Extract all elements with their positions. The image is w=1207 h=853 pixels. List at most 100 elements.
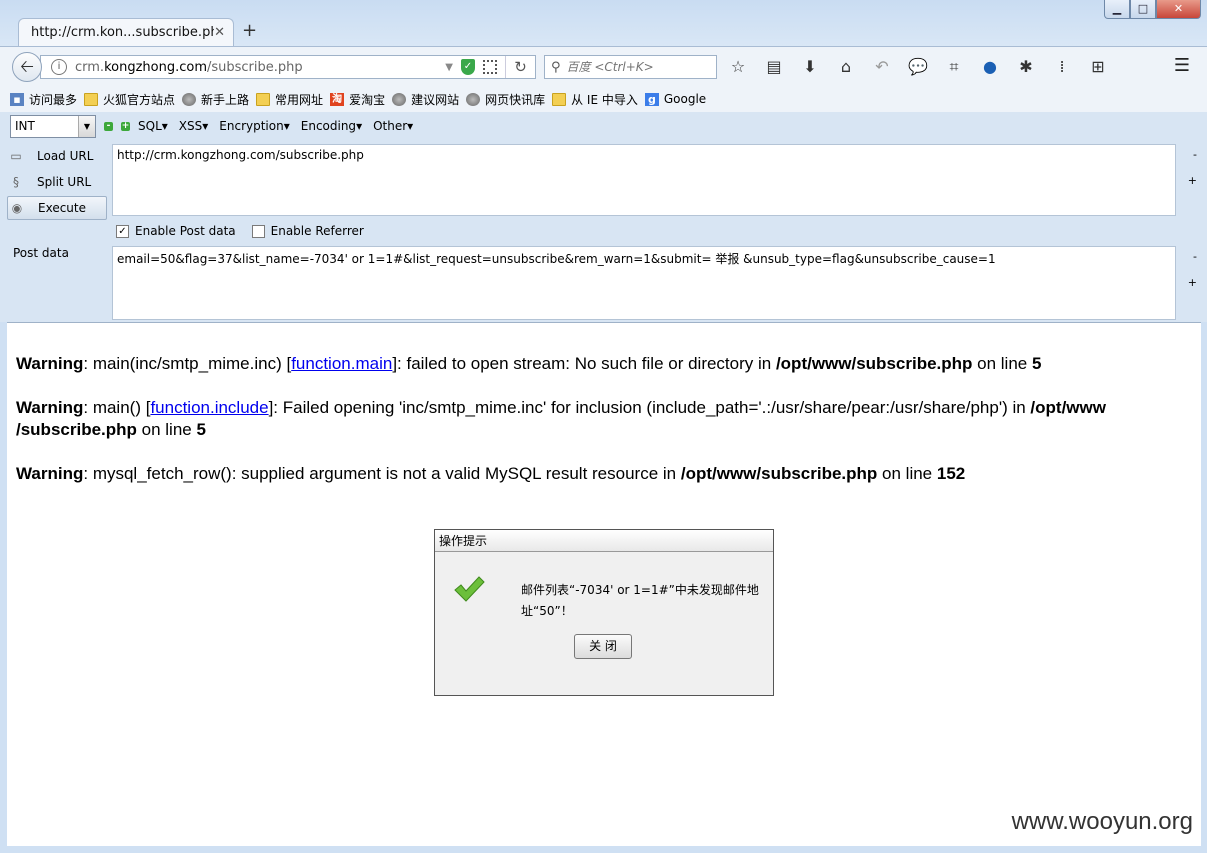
undo-icon[interactable]: ↶ bbox=[870, 56, 894, 78]
url-text[interactable]: crm.kongzhong.com/subscribe.php bbox=[75, 60, 445, 75]
globe-icon bbox=[466, 92, 481, 106]
url-shrink-button[interactable]: - bbox=[1193, 148, 1197, 161]
footprint-icon[interactable]: ⁞ bbox=[1050, 56, 1074, 78]
close-window-button[interactable]: ✕ bbox=[1156, 0, 1201, 19]
window-controls: ▁ □ ✕ bbox=[1104, 0, 1201, 19]
bookmark-label: 火狐官方站点 bbox=[103, 92, 176, 107]
dialog-message: 邮件列表“-7034' or 1=1#”中未发现邮件地址“50”！ bbox=[521, 583, 759, 618]
dialog-title: 操作提示 bbox=[435, 530, 773, 552]
menu-sql[interactable]: SQL▾ bbox=[138, 119, 168, 133]
enable-post-label: Enable Post data bbox=[135, 224, 236, 238]
url-expand-button[interactable]: + bbox=[1188, 174, 1197, 187]
options-row: ✓ Enable Post data Enable Referrer bbox=[116, 224, 380, 238]
type-select[interactable]: INT ▼ bbox=[10, 115, 96, 138]
search-input[interactable] bbox=[566, 60, 707, 74]
split-url-button[interactable]: § Split URL bbox=[7, 170, 107, 194]
reload-icon[interactable]: ↻ bbox=[505, 56, 535, 78]
search-icon: ⚲ bbox=[551, 59, 561, 75]
home-icon[interactable]: ⌂ bbox=[834, 56, 858, 78]
bookmark-item[interactable]: 淘爱淘宝 bbox=[330, 91, 385, 108]
site-info-icon[interactable]: i bbox=[51, 59, 67, 75]
shield-icon[interactable]: ✓ bbox=[461, 59, 475, 75]
warning-link[interactable]: function.main bbox=[291, 354, 392, 373]
maximize-button[interactable]: □ bbox=[1130, 0, 1156, 19]
post-data-textarea[interactable]: email=50&flag=37&list_name=-7034' or 1=1… bbox=[112, 246, 1176, 320]
post-expand-button[interactable]: + bbox=[1188, 276, 1197, 289]
minimize-button[interactable]: ▁ bbox=[1104, 0, 1130, 19]
browser-tab[interactable]: http://crm.kon...subscribe.php ✕ bbox=[18, 18, 234, 46]
execute-button[interactable]: ◉ Execute bbox=[7, 196, 107, 220]
warning-text: : main(inc/smtp_mime.inc) [ bbox=[83, 354, 292, 373]
post-data-label: Post data bbox=[13, 246, 69, 260]
bookmark-book-icon: ▪ bbox=[10, 92, 24, 106]
url-textarea[interactable]: http://crm.kongzhong.com/subscribe.php bbox=[112, 144, 1176, 216]
alert-dialog: 操作提示 邮件列表“-7034' or 1=1#”中未发现邮件地址“50”！ 关… bbox=[434, 529, 774, 696]
qr-code-icon[interactable] bbox=[483, 60, 497, 74]
menu-encryption[interactable]: Encryption▾ bbox=[219, 119, 289, 133]
split-url-label: Split URL bbox=[37, 175, 92, 189]
menu-xss[interactable]: XSS▾ bbox=[179, 119, 209, 133]
back-button[interactable]: 🡠 bbox=[12, 52, 42, 82]
bookmark-label: 新手上路 bbox=[201, 92, 250, 107]
bookmark-item[interactable]: ▪ 访问最多 bbox=[10, 91, 77, 108]
load-url-button[interactable]: ▭ Load URL bbox=[7, 144, 107, 168]
warning-text: on line bbox=[877, 464, 937, 483]
enable-post-checkbox[interactable]: ✓ bbox=[116, 224, 129, 238]
warning-message: Warning: main() [function.include]: Fail… bbox=[16, 397, 1186, 441]
download-icon[interactable]: ⬇ bbox=[798, 56, 822, 78]
enable-referrer-label: Enable Referrer bbox=[270, 224, 364, 238]
folder-icon bbox=[256, 92, 271, 106]
tab-close-icon[interactable]: ✕ bbox=[214, 25, 225, 40]
minus-icon[interactable]: - bbox=[104, 121, 113, 131]
bookmark-label: 常用网址 bbox=[275, 92, 324, 107]
bug-icon[interactable]: ✱ bbox=[1014, 56, 1038, 78]
menu-other[interactable]: Other▾ bbox=[373, 119, 413, 133]
bookmark-item[interactable]: 常用网址 bbox=[256, 91, 323, 108]
warning-line: 152 bbox=[936, 464, 966, 483]
hackbar-actions: ▭ Load URL § Split URL ◉ Execute bbox=[7, 144, 107, 222]
warning-message: Warning: main(inc/smtp_mime.inc) [functi… bbox=[16, 353, 1186, 375]
enable-referrer-checkbox[interactable] bbox=[251, 224, 265, 238]
bookmark-item[interactable]: 建议网站 bbox=[392, 91, 459, 108]
menu-encryption-label: Encryption bbox=[219, 119, 284, 133]
bookmark-item[interactable]: 火狐官方站点 bbox=[84, 91, 175, 108]
warning-text: ]: Failed opening 'inc/smtp_mime.inc' fo… bbox=[268, 398, 1031, 417]
google-icon: g bbox=[644, 92, 659, 106]
star-icon[interactable]: ☆ bbox=[726, 56, 750, 78]
bookmark-item[interactable]: 从 IE 中导入 bbox=[552, 91, 638, 108]
search-bar[interactable]: ⚲ bbox=[544, 55, 717, 79]
menu-encoding[interactable]: Encoding▾ bbox=[301, 119, 362, 133]
earth-icon[interactable]: ● bbox=[978, 56, 1002, 78]
tab-title: http://crm.kon...subscribe.php bbox=[31, 25, 215, 40]
taobao-icon: 淘 bbox=[330, 92, 345, 106]
warning-message: Warning: mysql_fetch_row(): supplied arg… bbox=[16, 463, 1186, 485]
bookmark-label: 建议网站 bbox=[411, 92, 460, 107]
warning-text: : mysql_fetch_row(): supplied argument i… bbox=[83, 464, 681, 483]
watermark: www.wooyun.org bbox=[1011, 808, 1193, 835]
hamburger-menu-icon[interactable]: ☰ bbox=[1171, 56, 1193, 78]
url-dropdown-icon[interactable]: ▼ bbox=[445, 62, 453, 73]
navigation-toolbar: i crm.kongzhong.com/subscribe.php ▼ ✓ ↻ … bbox=[0, 46, 1207, 86]
menu-xss-label: XSS bbox=[178, 119, 203, 133]
bookmark-item[interactable]: 网页快讯库 bbox=[466, 91, 545, 108]
bookmark-item[interactable]: g Google bbox=[644, 92, 706, 106]
url-prefix: crm. bbox=[75, 59, 105, 75]
network-icon[interactable]: ⊞ bbox=[1086, 56, 1110, 78]
load-url-label: Load URL bbox=[37, 149, 94, 163]
warning-text: on line bbox=[136, 420, 197, 439]
url-bar[interactable]: i crm.kongzhong.com/subscribe.php ▼ ✓ ↻ bbox=[40, 55, 536, 79]
post-shrink-button[interactable]: - bbox=[1193, 250, 1197, 263]
folder-icon bbox=[84, 92, 99, 106]
warning-label: Warning bbox=[16, 354, 84, 373]
bookmark-item[interactable]: 新手上路 bbox=[182, 91, 249, 108]
plus-icon[interactable]: + bbox=[121, 121, 130, 131]
dialog-close-button[interactable]: 关 闭 bbox=[574, 634, 632, 659]
warning-link[interactable]: function.include bbox=[150, 398, 268, 417]
chat-icon[interactable]: 💬 bbox=[906, 56, 930, 78]
warning-line: 5 bbox=[1031, 354, 1042, 373]
crop-icon[interactable]: ⌗ bbox=[942, 56, 966, 78]
warning-text: : main() [ bbox=[83, 398, 151, 417]
new-tab-button[interactable]: + bbox=[242, 20, 257, 41]
reading-list-icon[interactable]: ▤ bbox=[762, 56, 786, 78]
warning-label: Warning bbox=[16, 398, 84, 417]
